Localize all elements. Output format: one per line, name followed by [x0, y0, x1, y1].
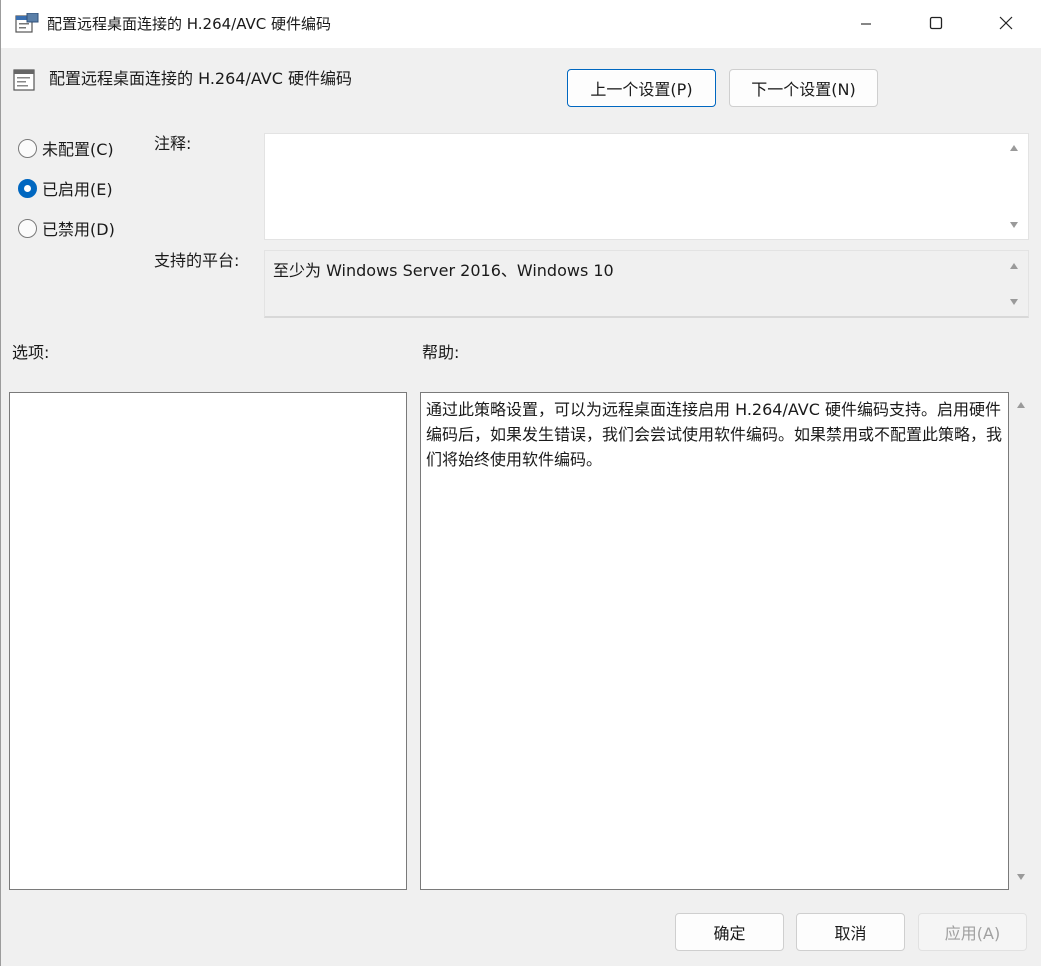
options-pane[interactable]	[9, 392, 407, 890]
apply-button[interactable]: 应用(A)	[918, 913, 1027, 951]
policy-dialog: 配置远程桌面连接的 H.264/AVC 硬件编码 配置远程桌面连接的 H.264…	[0, 0, 1041, 966]
radio-button-checked[interactable]	[18, 178, 37, 198]
help-pane[interactable]: 通过此策略设置，可以为远程桌面连接启用 H.264/AVC 硬件编码支持。启用硬…	[420, 392, 1009, 890]
scroll-down-icon[interactable]	[1010, 222, 1018, 228]
policy-app-icon	[15, 12, 39, 35]
supported-platform-value: 至少为 Windows Server 2016、Windows 10	[273, 261, 614, 280]
policy-setting-icon	[13, 68, 37, 92]
window-title: 配置远程桌面连接的 H.264/AVC 硬件编码	[47, 15, 332, 33]
maximize-button[interactable]	[901, 0, 971, 48]
close-icon	[999, 15, 1013, 34]
maximize-icon	[929, 15, 943, 34]
scroll-down-icon[interactable]	[1010, 299, 1018, 305]
policy-title: 配置远程桌面连接的 H.264/AVC 硬件编码	[49, 69, 352, 88]
radio-button[interactable]	[18, 138, 37, 158]
radio-button[interactable]	[18, 218, 37, 238]
scroll-up-icon[interactable]	[1010, 145, 1018, 151]
scroll-up-icon[interactable]	[1010, 263, 1018, 269]
title-bar[interactable]: 配置远程桌面连接的 H.264/AVC 硬件编码	[1, 0, 1041, 48]
help-label: 帮助:	[422, 343, 460, 362]
comment-textarea[interactable]	[264, 133, 1029, 240]
supported-platform-label: 支持的平台:	[154, 251, 240, 270]
radio-label: 已启用(E)	[42, 180, 113, 199]
radio-label: 已禁用(D)	[42, 220, 115, 239]
cancel-button[interactable]: 取消	[796, 913, 905, 951]
previous-setting-button[interactable]: 上一个设置(P)	[567, 69, 716, 107]
comment-label: 注释:	[154, 134, 192, 153]
options-label: 选项:	[12, 343, 50, 362]
close-button[interactable]	[971, 0, 1041, 48]
radio-enabled[interactable]: 已启用(E)	[18, 176, 113, 200]
radio-label: 未配置(C)	[42, 140, 114, 159]
radio-not-configured[interactable]: 未配置(C)	[18, 136, 114, 160]
radio-disabled[interactable]: 已禁用(D)	[18, 216, 115, 240]
minimize-button[interactable]	[831, 0, 901, 48]
ok-button[interactable]: 确定	[675, 913, 784, 951]
help-text: 通过此策略设置，可以为远程桌面连接启用 H.264/AVC 硬件编码支持。启用硬…	[426, 400, 1003, 469]
help-scroll-up-icon[interactable]	[1017, 402, 1025, 408]
minimize-icon	[860, 15, 872, 34]
next-setting-button[interactable]: 下一个设置(N)	[729, 69, 878, 107]
supported-platform-field: 至少为 Windows Server 2016、Windows 10	[264, 250, 1029, 318]
help-scroll-down-icon[interactable]	[1017, 874, 1025, 880]
